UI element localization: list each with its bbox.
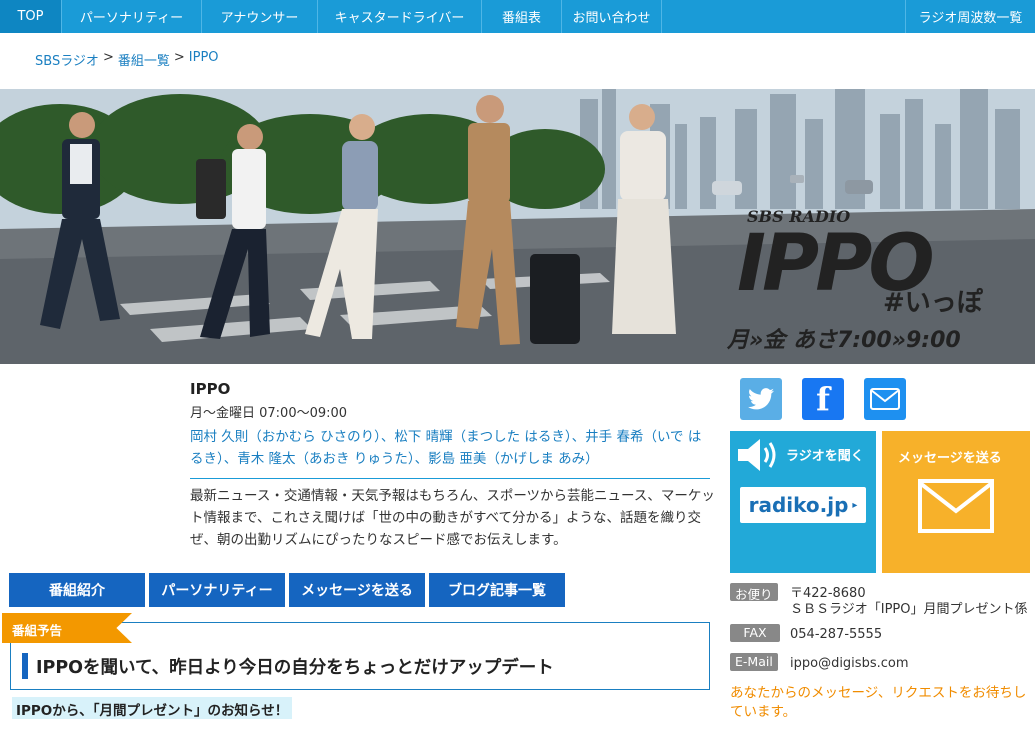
breadcrumb-separator: > xyxy=(102,50,114,65)
hero-hashtag: #いっぽ xyxy=(883,288,983,318)
breadcrumb-separator: > xyxy=(173,50,185,65)
email-badge: E-Mail xyxy=(730,653,778,671)
nav-item-frequency-list[interactable]: ラジオ周波数一覧 xyxy=(905,0,1035,33)
facebook-share-button[interactable]: f xyxy=(802,378,844,420)
mail-share-button[interactable] xyxy=(864,378,906,420)
listen-radio-label: ラジオを聞く xyxy=(786,449,864,464)
preview-ribbon: 番組予告 xyxy=(2,613,132,643)
nav-item-schedule[interactable]: 番組表 xyxy=(482,0,562,33)
breadcrumb-link-home[interactable]: SBSラジオ xyxy=(35,50,99,69)
tab-program-intro[interactable]: 番組紹介 xyxy=(9,573,145,607)
preview-headline-text: IPPOを聞いて、昨日より今日の自分をちょっとだけアップデート xyxy=(36,657,554,678)
headline-accent-bar xyxy=(22,653,28,679)
twitter-icon xyxy=(748,388,774,410)
message-request-note: あなたからのメッセージ、リクエストをお待ちしています。 xyxy=(730,685,1027,720)
nav-item-top[interactable]: TOP xyxy=(0,0,62,33)
nav-item-caster-driver[interactable]: キャスタードライバー xyxy=(318,0,482,33)
fax-number: 054-287-5555 xyxy=(790,627,883,642)
program-time: 月～金曜日 07:00～09:00 xyxy=(190,406,348,421)
program-tabs: 番組紹介 パーソナリティー メッセージを送る ブログ記事一覧 xyxy=(9,573,565,607)
divider xyxy=(190,478,710,479)
breadcrumb-link-programs[interactable]: 番組一覧 xyxy=(118,50,170,69)
send-message-label: メッセージを送る xyxy=(898,451,1002,466)
program-title: IPPO xyxy=(190,380,231,398)
program-description: 最新ニュース・交通情報・天気予報はもちろん、スポーツから芸能ニュース、マーケット… xyxy=(190,488,715,548)
nav-item-announcer[interactable]: アナウンサー xyxy=(202,0,318,33)
hero-schedule: 月»金 あさ7:00»9:00 xyxy=(727,328,961,353)
send-message-panel[interactable]: メッセージを送る xyxy=(882,431,1030,573)
program-hosts[interactable]: 岡村 久則（おかむら ひさのり）、松下 晴輝（まつした はるき）、井手 春希（い… xyxy=(190,426,710,470)
tab-personality[interactable]: パーソナリティー xyxy=(149,573,285,607)
chevron-right-icon: ▸ xyxy=(852,499,858,511)
nav-item-contact[interactable]: お問い合わせ xyxy=(562,0,662,33)
envelope-icon xyxy=(918,479,994,533)
nav-item-personality[interactable]: パーソナリティー xyxy=(62,0,202,33)
tab-send-message[interactable]: メッセージを送る xyxy=(289,573,425,607)
radiko-logo: radiko.jp ▸ xyxy=(740,487,866,523)
email-address[interactable]: ippo@digisbs.com xyxy=(790,655,909,672)
present-notice[interactable]: IPPOから、「月間プレゼント」のお知らせ！ xyxy=(12,697,293,719)
twitter-share-button[interactable] xyxy=(740,378,782,420)
top-nav: TOP パーソナリティー アナウンサー キャスタードライバー 番組表 お問い合わ… xyxy=(0,0,1035,33)
mail-badge: お便り xyxy=(730,583,778,602)
fax-badge: FAX xyxy=(730,624,780,642)
mail-icon xyxy=(870,388,900,410)
hero-program-logo: SBS RADIO IPPO #いっぽ 月»金 あさ7:00»9:00 xyxy=(725,207,1025,357)
postal-code: 〒422-8680 xyxy=(790,586,866,601)
postal-address: ＳＢＳラジオ「IPPO」月間プレゼント係 xyxy=(790,602,1028,617)
tab-blog-list[interactable]: ブログ記事一覧 xyxy=(429,573,565,607)
speaker-icon xyxy=(738,439,776,471)
breadcrumb-current[interactable]: IPPO xyxy=(189,50,219,69)
listen-radio-panel[interactable]: ラジオを聞く radiko.jp ▸ xyxy=(730,431,876,573)
breadcrumb: SBSラジオ > 番組一覧 > IPPO xyxy=(35,50,219,69)
radiko-logo-text: radiko.jp xyxy=(748,493,849,517)
hero-banner: SBS RADIO IPPO #いっぽ 月»金 あさ7:00»9:00 xyxy=(0,89,1035,364)
preview-headline[interactable]: IPPOを聞いて、昨日より今日の自分をちょっとだけアップデート xyxy=(22,653,554,679)
facebook-icon: f xyxy=(816,380,830,418)
